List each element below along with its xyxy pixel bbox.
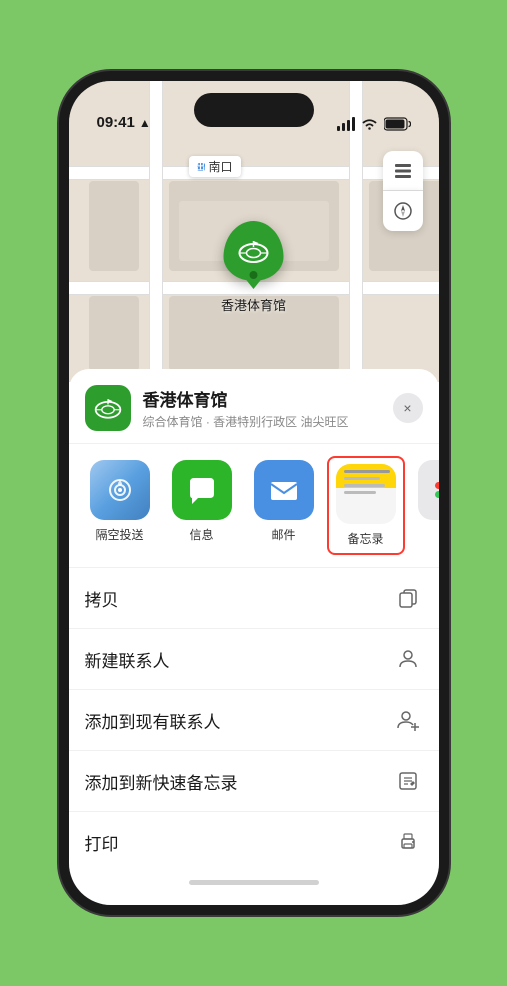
printer-icon [393,827,423,857]
airdrop-icon [90,460,150,520]
bottom-sheet: 香港体育馆 综合体育馆 · 香港特别行政区 油尖旺区 × 隔空投送 [69,369,439,905]
share-item-mail[interactable]: 邮件 [249,460,319,551]
dynamic-island [194,93,314,127]
venue-info: 香港体育馆 综合体育馆 · 香港特别行政区 油尖旺区 [143,386,393,430]
location-name: 南口 [209,158,233,175]
block4 [89,296,139,371]
mail-icon [254,460,314,520]
action-copy[interactable]: 拷贝 [69,568,439,629]
status-icons [337,117,411,131]
notes-label: 备忘录 [347,530,383,547]
share-item-airdrop[interactable]: 隔空投送 [85,460,155,551]
sheet-header: 香港体育馆 综合体育馆 · 香港特别行政区 油尖旺区 × [69,369,439,444]
venue-name: 香港体育馆 [143,386,393,411]
close-button[interactable]: × [393,393,423,423]
mail-label: 邮件 [271,526,295,543]
share-item-notes[interactable]: 备忘录 [331,460,401,551]
venue-icon [85,385,131,431]
compass-icon [393,201,413,221]
action-quick-note[interactable]: 添加到新快速备忘录 [69,751,439,812]
person-icon [393,644,423,674]
map-layer-button[interactable] [383,151,423,191]
action-print-label: 打印 [85,830,119,855]
stadium-icon [236,237,270,265]
messages-label: 信息 [189,526,213,543]
venue-desc: 综合体育馆 · 香港特别行政区 油尖旺区 [143,413,393,430]
block1 [89,181,139,271]
signal-icon [337,117,355,131]
wifi-icon [361,118,378,131]
marker-bottom-dot [249,271,257,279]
notes-icon [336,464,396,524]
location-button[interactable] [383,191,423,231]
action-print[interactable]: 打印 [69,812,439,872]
map-layer-icon [393,161,413,181]
more-icon [418,460,439,520]
battery-icon [384,117,411,131]
copy-icon [393,583,423,613]
home-indicator-area [69,872,439,885]
action-new-contact-label: 新建联系人 [85,647,170,672]
stadium-marker[interactable]: 香港体育馆 [221,221,286,314]
home-indicator [189,880,319,885]
location-arrow-icon: ▲ [139,116,151,130]
action-list: 拷贝 新建联系人 添 [69,567,439,872]
marker-label: 香港体育馆 [221,295,286,314]
airdrop-label: 隔空投送 [95,526,143,543]
messages-graphic [184,472,220,508]
location-dot: 出 [197,163,205,171]
action-copy-label: 拷贝 [85,586,119,611]
action-new-contact[interactable]: 新建联系人 [69,629,439,690]
quick-note-icon [393,766,423,796]
location-label: 出 南口 [189,156,241,177]
phone-frame: 09:41 ▲ [59,71,449,915]
messages-icon [172,460,232,520]
person-add-icon [393,705,423,735]
mail-graphic [266,472,302,508]
action-quick-note-label: 添加到新快速备忘录 [85,769,238,794]
venue-stadium-icon [93,395,123,421]
action-existing-contact-label: 添加到现有联系人 [85,708,221,733]
airdrop-graphic [102,472,138,508]
share-item-more[interactable]: 提 [413,460,439,551]
action-existing-contact[interactable]: 添加到现有联系人 [69,690,439,751]
share-row: 隔空投送 信息 邮件 [69,444,439,567]
colorful-dots [435,482,439,498]
share-item-messages[interactable]: 信息 [167,460,237,551]
time-display: 09:41 [97,114,135,131]
marker-pin [223,221,283,281]
status-time: 09:41 ▲ [97,114,151,131]
map-controls [383,151,423,231]
